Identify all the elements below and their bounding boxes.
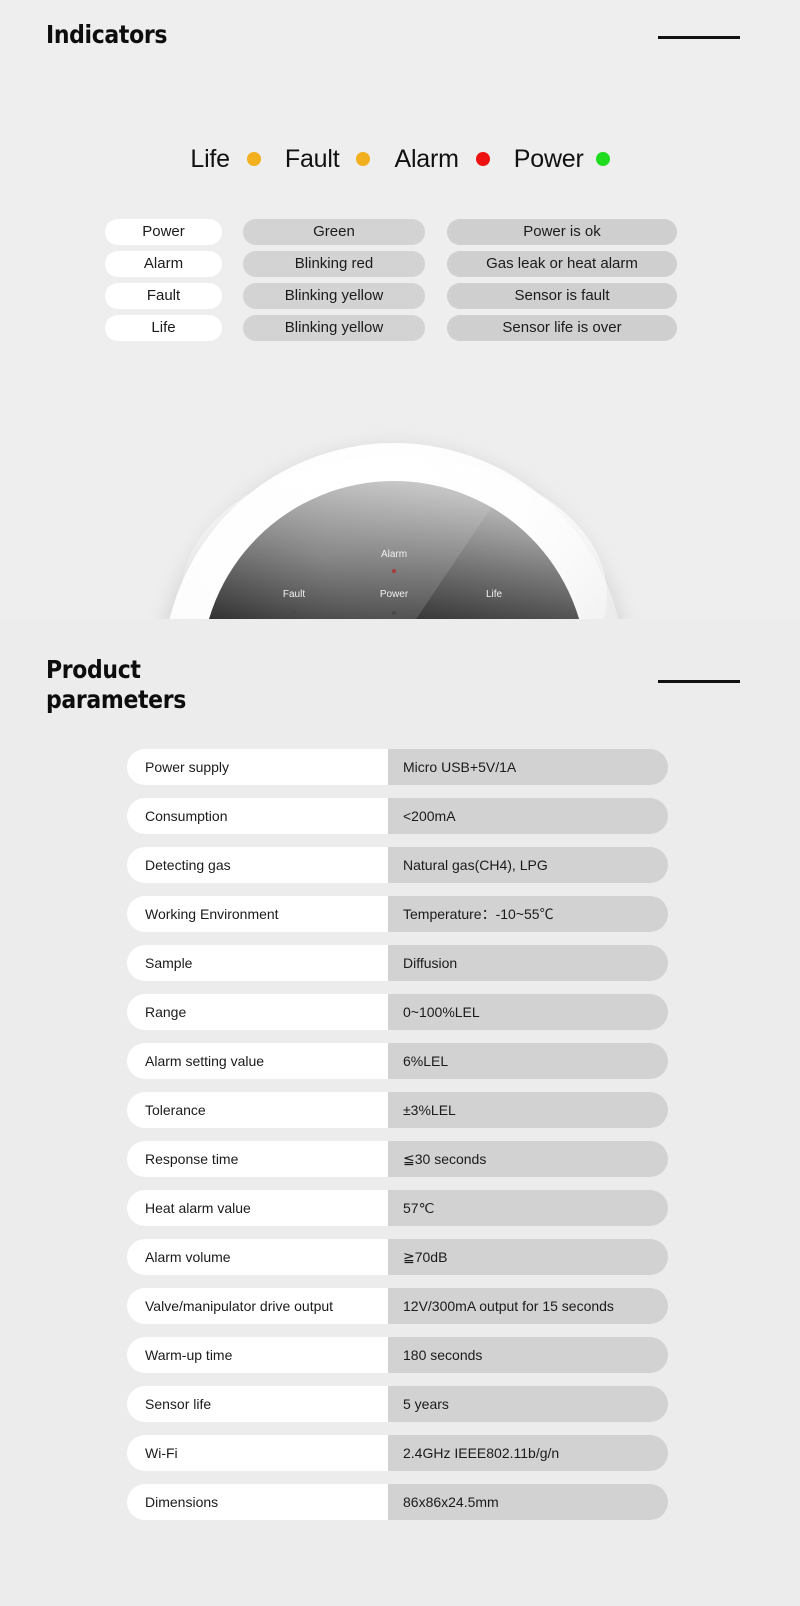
power-led-dot-icon	[595, 152, 610, 166]
parameter-name: Alarm setting value	[127, 1043, 388, 1079]
parameter-value: 2.4GHz IEEE802.11b/g/n	[388, 1435, 668, 1471]
table-row: Detecting gas Natural gas(CH4), LPG	[0, 847, 800, 883]
indicator-meaning: Gas leak or heat alarm	[447, 251, 677, 277]
table-row: Tolerance ±3%LEL	[0, 1092, 800, 1128]
parameter-name: Power supply	[127, 749, 388, 785]
legend-label: Life	[190, 145, 230, 173]
device-power-led-icon	[392, 611, 396, 615]
parameter-value: Diffusion	[388, 945, 668, 981]
parameter-value: 6%LEL	[388, 1043, 668, 1079]
parameter-name: Consumption	[127, 798, 388, 834]
parameter-value: Temperature：-10~55℃	[388, 896, 668, 932]
parameter-value: ≧70dB	[388, 1239, 668, 1275]
parameter-name: Range	[127, 994, 388, 1030]
parameter-value: Micro USB+5V/1A	[388, 749, 668, 785]
parameter-value: 86x86x24.5mm	[388, 1484, 668, 1520]
product-photo: Alarm Fault Power Life	[0, 400, 800, 619]
parameter-name: Wi-Fi	[127, 1435, 388, 1471]
parameter-name: Dimensions	[127, 1484, 388, 1520]
table-row: Life Blinking yellow Sensor life is over	[0, 315, 800, 341]
parameter-name: Alarm volume	[127, 1239, 388, 1275]
parameter-value: 5 years	[388, 1386, 668, 1422]
table-row: Sensor life 5 years	[0, 1386, 800, 1422]
legend-item-power: Power	[514, 144, 610, 174]
page-title: Indicators	[46, 20, 168, 49]
table-row: Power supply Micro USB+5V/1A	[0, 749, 800, 785]
device-life-label: Life	[485, 589, 503, 600]
parameter-name: Valve/manipulator drive output	[127, 1288, 388, 1324]
parameter-name: Warm-up time	[127, 1337, 388, 1373]
table-row: Power Green Power is ok	[0, 219, 800, 245]
parameter-name: Tolerance	[127, 1092, 388, 1128]
parameter-value: <200mA	[388, 798, 668, 834]
table-row: Dimensions 86x86x24.5mm	[0, 1484, 800, 1520]
indicator-name: Alarm	[105, 251, 222, 277]
parameter-name: Detecting gas	[127, 847, 388, 883]
parameters-header: Product parameters	[46, 655, 754, 715]
legend-label: Alarm	[394, 145, 459, 173]
table-row: Consumption <200mA	[0, 798, 800, 834]
table-row: Response time ≦30 seconds	[0, 1141, 800, 1177]
table-row: Range 0~100%LEL	[0, 994, 800, 1030]
parameter-value: 180 seconds	[388, 1337, 668, 1373]
indicator-name: Life	[105, 315, 222, 341]
parameter-name: Sample	[127, 945, 388, 981]
legend-label: Power	[513, 145, 584, 173]
indicator-behavior: Blinking red	[243, 251, 425, 277]
fault-led-dot-icon	[356, 152, 371, 166]
parameter-name: Response time	[127, 1141, 388, 1177]
device-power-label: Power	[379, 589, 409, 600]
device-alarm-led-icon	[392, 569, 396, 573]
device-front-panel: Alarm Fault Power Life	[201, 481, 587, 619]
header-rule	[658, 36, 740, 39]
indicator-legend: Life Fault Alarm Power	[0, 144, 800, 174]
table-row: Alarm Blinking red Gas leak or heat alar…	[0, 251, 800, 277]
parameters-rule	[658, 680, 740, 683]
table-row: Fault Blinking yellow Sensor is fault	[0, 283, 800, 309]
indicator-meaning: Power is ok	[447, 219, 677, 245]
alarm-led-dot-icon	[475, 152, 490, 166]
table-row: Warm-up time 180 seconds	[0, 1337, 800, 1373]
parameter-value: Natural gas(CH4), LPG	[388, 847, 668, 883]
device-life-led-icon	[492, 611, 496, 615]
device-alarm-label: Alarm	[380, 549, 408, 560]
life-led-dot-icon	[246, 152, 261, 166]
indicator-behavior: Blinking yellow	[243, 315, 425, 341]
legend-item-life: Life	[190, 144, 285, 174]
indicator-table: Power Green Power is ok Alarm Blinking r…	[0, 219, 800, 347]
indicators-header: Indicators	[46, 20, 754, 60]
indicators-section: Indicators Life Fault Alarm Power Power …	[0, 0, 800, 619]
table-row: Working Environment Temperature：-10~55℃	[0, 896, 800, 932]
legend-label: Fault	[284, 145, 340, 173]
parameter-value: 57℃	[388, 1190, 668, 1226]
parameters-table: Power supply Micro USB+5V/1A Consumption…	[0, 749, 800, 1533]
product-parameters-section: Product parameters Power supply Micro US…	[0, 619, 800, 1606]
table-row: Heat alarm value 57℃	[0, 1190, 800, 1226]
parameter-name: Heat alarm value	[127, 1190, 388, 1226]
parameters-title: Product parameters	[46, 655, 187, 714]
parameter-value: ≦30 seconds	[388, 1141, 668, 1177]
parameter-name: Sensor life	[127, 1386, 388, 1422]
legend-item-alarm: Alarm	[394, 144, 513, 174]
indicator-behavior: Blinking yellow	[243, 283, 425, 309]
gas-detector-device: Alarm Fault Power Life	[163, 443, 625, 619]
parameter-value: 12V/300mA output for 15 seconds	[388, 1288, 668, 1324]
table-row: Sample Diffusion	[0, 945, 800, 981]
table-row: Alarm volume ≧70dB	[0, 1239, 800, 1275]
indicator-name: Fault	[105, 283, 222, 309]
parameter-name: Working Environment	[127, 896, 388, 932]
indicator-meaning: Sensor is fault	[447, 283, 677, 309]
legend-item-fault: Fault	[285, 144, 395, 174]
indicator-behavior: Green	[243, 219, 425, 245]
parameter-value: ±3%LEL	[388, 1092, 668, 1128]
device-fault-led-icon	[292, 611, 296, 615]
indicator-name: Power	[105, 219, 222, 245]
parameter-value: 0~100%LEL	[388, 994, 668, 1030]
indicator-meaning: Sensor life is over	[447, 315, 677, 341]
table-row: Wi-Fi 2.4GHz IEEE802.11b/g/n	[0, 1435, 800, 1471]
device-fault-label: Fault	[282, 589, 306, 600]
table-row: Valve/manipulator drive output 12V/300mA…	[0, 1288, 800, 1324]
table-row: Alarm setting value 6%LEL	[0, 1043, 800, 1079]
